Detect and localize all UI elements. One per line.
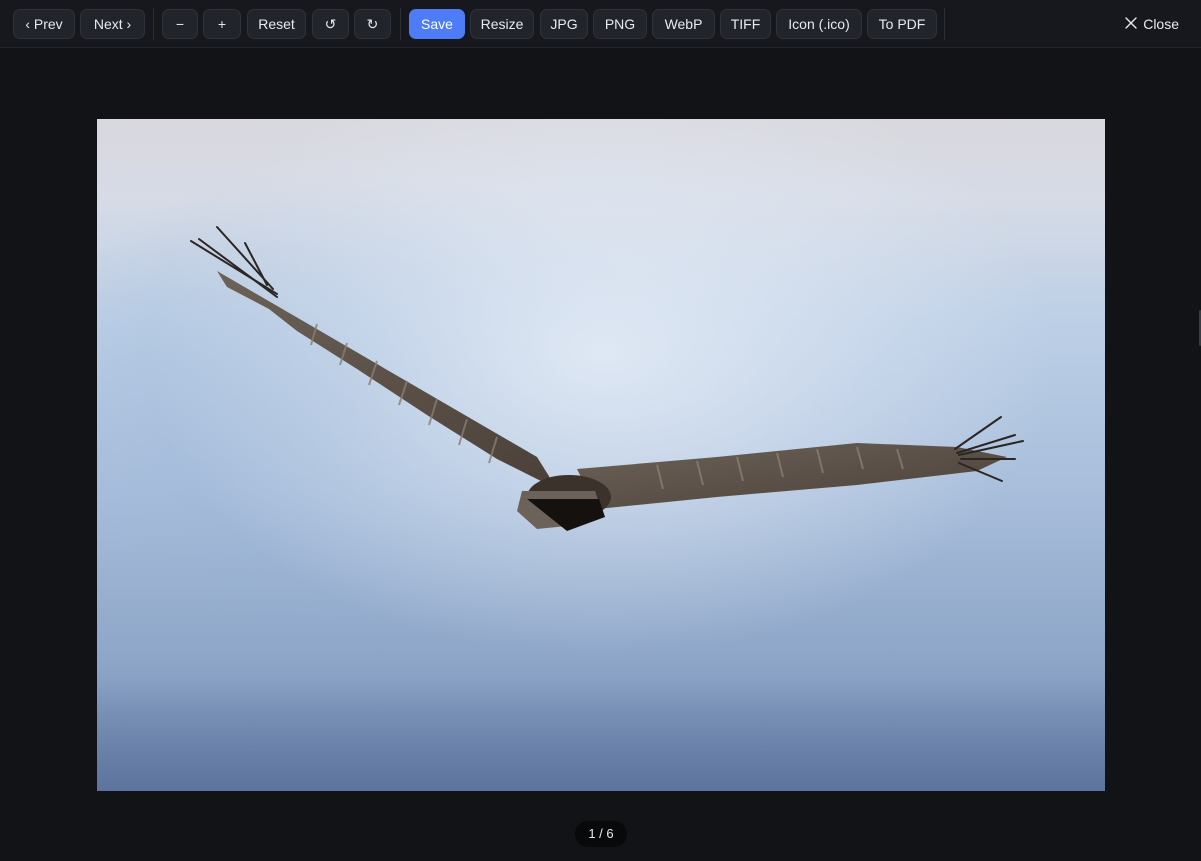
convert-jpg-button[interactable]: JPG bbox=[540, 9, 588, 39]
toolbar-divider bbox=[400, 8, 401, 40]
zoom-out-button[interactable]: − bbox=[162, 9, 198, 39]
resize-button[interactable]: Resize bbox=[470, 9, 534, 39]
save-button[interactable]: Save bbox=[409, 9, 465, 39]
convert-tiff-button[interactable]: TIFF bbox=[720, 9, 771, 39]
zoom-in-button[interactable]: + bbox=[203, 9, 241, 39]
convert-webp-button[interactable]: WebP bbox=[652, 9, 715, 39]
next-button[interactable]: Next › bbox=[80, 9, 145, 39]
close-button[interactable]: Close bbox=[1125, 9, 1179, 39]
rotate-right-button[interactable]: ↻ bbox=[354, 9, 391, 39]
close-icon bbox=[1125, 9, 1137, 39]
reset-button[interactable]: Reset bbox=[247, 9, 306, 39]
toolbar: ‹ Prev Next › − + Reset ↺ ↻ Save Resize … bbox=[0, 0, 1201, 48]
toolbar-divider bbox=[944, 8, 945, 40]
preview-image[interactable] bbox=[97, 119, 1105, 791]
close-label: Close bbox=[1143, 16, 1179, 32]
rotate-left-button[interactable]: ↺ bbox=[312, 9, 349, 39]
toolbar-divider bbox=[153, 8, 154, 40]
to-pdf-button[interactable]: To PDF bbox=[867, 9, 937, 39]
convert-png-button[interactable]: PNG bbox=[593, 9, 647, 39]
convert-ico-button[interactable]: Icon (.ico) bbox=[776, 9, 862, 39]
prev-button[interactable]: ‹ Prev bbox=[13, 9, 75, 39]
image-counter: 1 / 6 bbox=[575, 821, 627, 847]
